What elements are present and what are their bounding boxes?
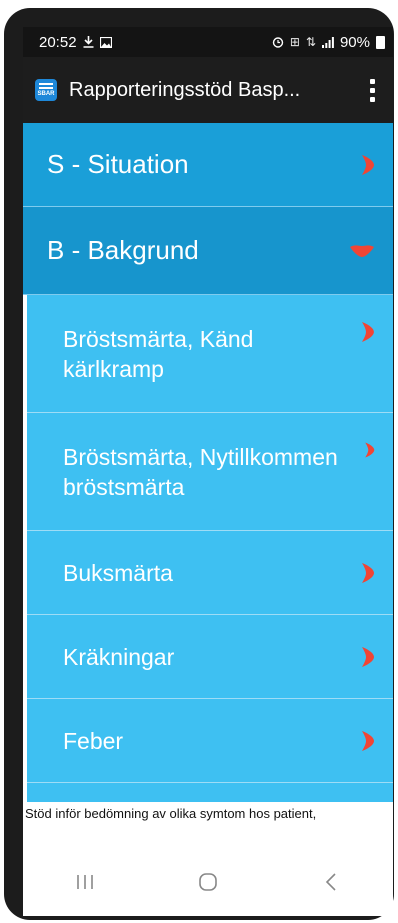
overflow-menu-icon[interactable]	[364, 75, 381, 106]
list-item[interactable]: Bröstsmärta, Nytillkommen bröstsmärta	[27, 413, 393, 531]
battery-percent: 90%	[339, 33, 370, 51]
image-icon	[99, 36, 112, 48]
logo-bars	[39, 83, 53, 89]
item-label: Buksmärta	[63, 559, 173, 586]
item-label: Bröstsmärta, Känd kärlkramp	[63, 325, 254, 382]
item-label: Feber	[63, 727, 124, 754]
chevron-right-icon	[362, 154, 374, 175]
list-item[interactable]: Bröstsmärta, Känd kärlkramp	[27, 295, 393, 413]
section-label: B - Bakgrund	[47, 235, 199, 265]
recents-icon	[76, 875, 93, 889]
section-situation[interactable]: S - Situation	[23, 123, 393, 207]
device-frame: 20:52 ⊞ ⇅ 90% SBAR Rapporteringsstöd Bas…	[4, 8, 394, 920]
list-item[interactable]: Feber	[27, 699, 393, 783]
recents-button[interactable]	[55, 862, 115, 902]
chevron-right-icon	[362, 562, 374, 583]
logo-text: SBAR	[37, 91, 55, 97]
signal-icon	[321, 36, 334, 48]
status-bar: 20:52 ⊞ ⇅ 90%	[23, 27, 393, 57]
footer-description: Stöd inför bedömning av olika symtom hos…	[23, 802, 393, 826]
chevron-down-icon	[350, 244, 374, 257]
alarm-icon	[272, 37, 284, 48]
status-right: ⊞ ⇅ 90%	[272, 34, 385, 51]
4g-icon: ⇅	[305, 35, 316, 49]
battery-icon	[376, 35, 385, 49]
back-button[interactable]	[301, 862, 361, 902]
category-list: S - Situation B - Bakgrund Bröstsmärta, …	[23, 123, 393, 823]
item-label: Kräkningar	[63, 643, 175, 670]
list-item[interactable]: Kräkningar	[27, 615, 393, 699]
status-left: 20:52	[39, 34, 112, 51]
list-item[interactable]: Buksmärta	[27, 531, 393, 615]
app-logo-icon: SBAR	[35, 79, 57, 101]
app-title: Rapporteringsstöd Basp...	[69, 78, 301, 101]
item-label: Bröstsmärta, Nytillkommen bröstsmärta	[63, 443, 338, 500]
download-icon	[83, 36, 94, 48]
chevron-right-icon	[362, 730, 374, 751]
back-icon	[326, 873, 336, 891]
footer-gap	[23, 826, 393, 848]
chevron-right-icon	[362, 322, 375, 342]
chevron-right-icon	[362, 646, 374, 667]
chevron-right-icon	[365, 442, 375, 458]
system-nav-bar	[23, 848, 393, 916]
section-bakgrund[interactable]: B - Bakgrund	[23, 207, 393, 295]
home-icon	[199, 873, 217, 891]
volte-icon: ⊞	[289, 35, 300, 49]
app-bar: SBAR Rapporteringsstöd Basp...	[23, 57, 393, 123]
screen: 20:52 ⊞ ⇅ 90% SBAR Rapporteringsstöd Bas…	[23, 27, 393, 916]
status-time: 20:52	[39, 33, 77, 51]
section-label: S - Situation	[47, 149, 189, 179]
home-button[interactable]	[178, 862, 238, 902]
